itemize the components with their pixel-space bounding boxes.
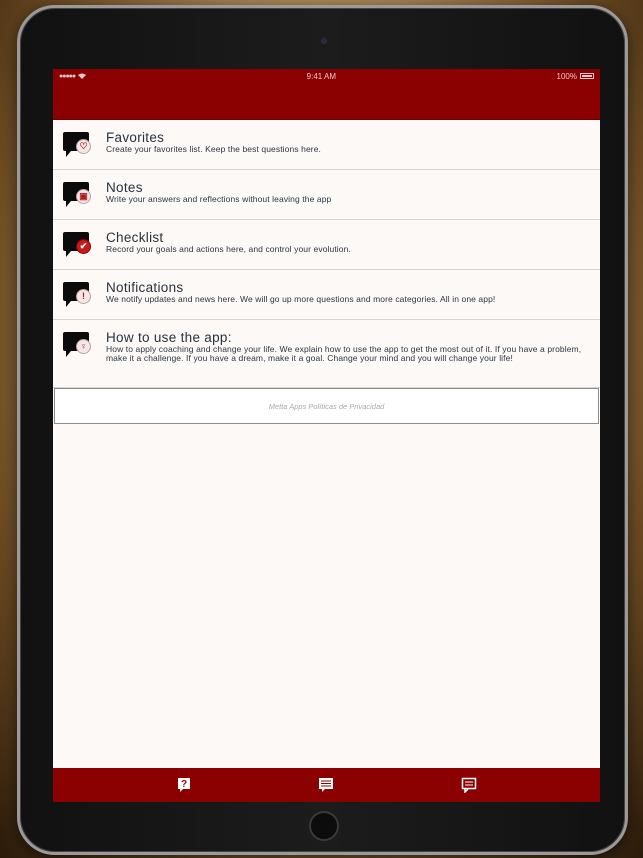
tab-bar: ?: [53, 768, 600, 802]
heart-icon: ♡: [76, 139, 91, 154]
status-time: 9:41 AM: [306, 71, 337, 81]
chat-icon[interactable]: [461, 777, 477, 793]
wifi-icon: [78, 73, 87, 79]
menu-item-description: Create your favorites list. Keep the bes…: [106, 144, 322, 154]
signal-indicator: ●●●●●: [59, 72, 87, 80]
lightbulb-icon: ♀: [76, 339, 91, 354]
menu-item-title: Favorites: [106, 130, 165, 145]
menu-list: ♡ Favorites Create your favorites list. …: [53, 120, 600, 388]
menu-item-title: How to use the app:: [106, 330, 232, 345]
tablet-frame: ●●●●● 9:41 AM 100% ♡ Favorites Create yo…: [17, 5, 628, 855]
app-screen: ●●●●● 9:41 AM 100% ♡ Favorites Create yo…: [53, 69, 600, 802]
menu-item-description: How to apply coaching and change your li…: [106, 344, 582, 363]
signal-dots: ●●●●●: [59, 72, 76, 80]
menu-item-title: Notes: [106, 180, 143, 195]
menu-item-description: Record your goals and actions here, and …: [106, 244, 351, 254]
battery-percent: 100%: [556, 71, 577, 81]
privacy-policy-box[interactable]: Metta Apps Políticas de Privacidad: [54, 388, 599, 424]
privacy-policy-link[interactable]: Metta Apps Políticas de Privacidad: [269, 402, 385, 411]
home-button[interactable]: [309, 811, 339, 841]
note-icon: ▣: [76, 189, 91, 204]
menu-item-title: Notifications: [106, 280, 184, 295]
status-bar: ●●●●● 9:41 AM 100%: [53, 69, 600, 83]
svg-text:?: ?: [181, 779, 187, 790]
notes-icon-group: ▣: [63, 182, 95, 210]
checkmark-icon: ✔: [76, 239, 91, 254]
question-icon[interactable]: ?: [176, 777, 192, 793]
camera-icon: [321, 38, 327, 44]
menu-item-description: Write your answers and reflections witho…: [106, 194, 332, 204]
chat-lines-icon[interactable]: [318, 777, 334, 793]
menu-item-title: Checklist: [106, 230, 164, 245]
menu-item-checklist[interactable]: ✔ Checklist Record your goals and action…: [53, 220, 600, 270]
exclamation-icon: !: [76, 289, 91, 304]
menu-item-description: We notify updates and news here. We will…: [106, 294, 496, 304]
checklist-icon-group: ✔: [63, 232, 95, 260]
notifications-icon-group: !: [63, 282, 95, 310]
menu-item-notes[interactable]: ▣ Notes Write your answers and reflectio…: [53, 170, 600, 220]
navigation-bar: [53, 83, 600, 120]
battery-indicator: 100%: [557, 72, 594, 81]
menu-item-how-to-use[interactable]: ♀ How to use the app: How to apply coach…: [53, 320, 600, 388]
battery-icon: [580, 73, 594, 79]
menu-item-notifications[interactable]: ! Notifications We notify updates and ne…: [53, 270, 600, 320]
favorites-icon-group: ♡: [63, 132, 95, 160]
how-to-use-icon-group: ♀: [63, 332, 95, 360]
menu-item-favorites[interactable]: ♡ Favorites Create your favorites list. …: [53, 120, 600, 170]
